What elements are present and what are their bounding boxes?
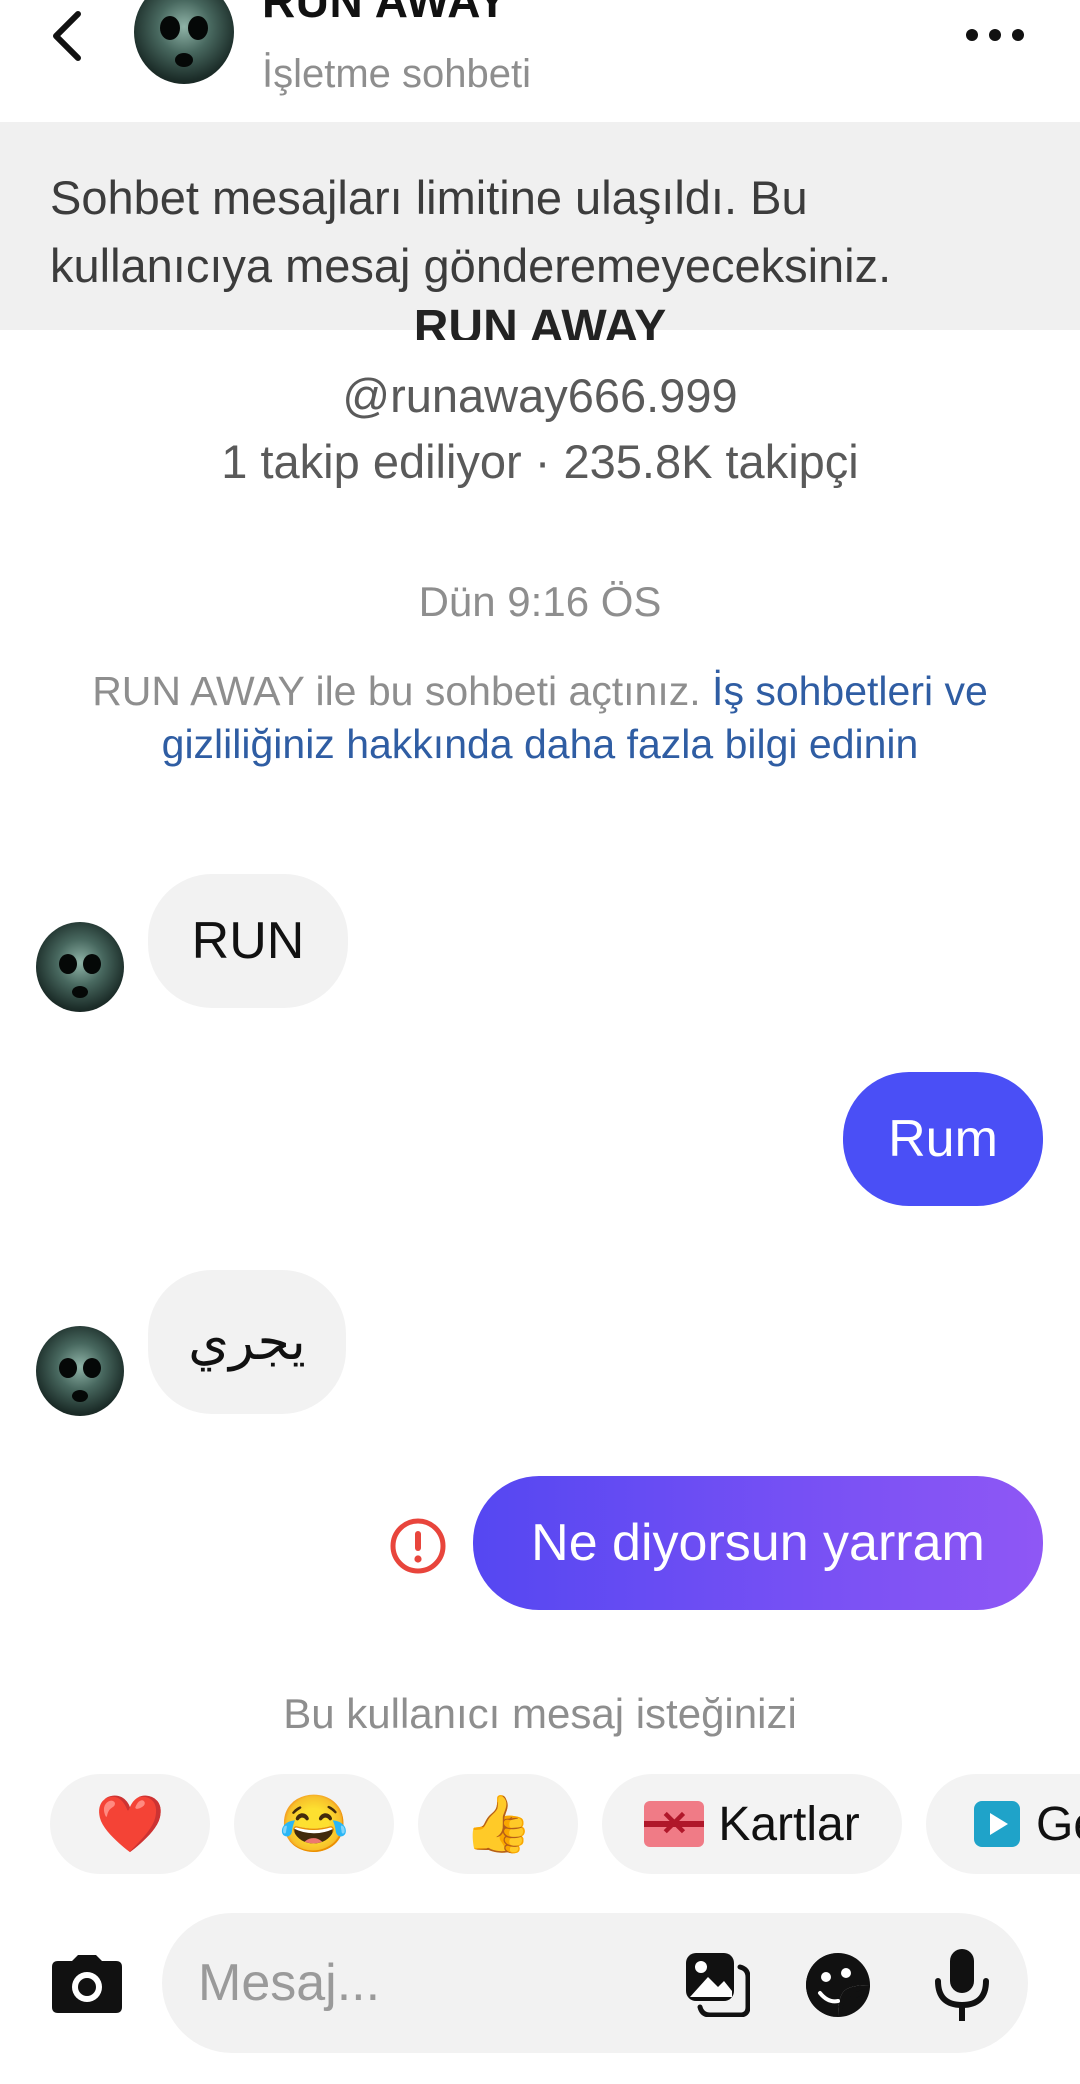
message-bubble-incoming[interactable]: يجري	[148, 1270, 346, 1414]
back-button[interactable]	[44, 6, 96, 66]
microphone-icon	[935, 1949, 989, 2021]
quick-reply-thumbs-up[interactable]: 👍	[418, 1774, 578, 1874]
quick-reply-cards[interactable]: Kartlar	[602, 1774, 902, 1874]
gallery-icon	[686, 1953, 751, 2018]
chat-subtitle: İşletme sohbeti	[262, 52, 532, 96]
chat-title[interactable]: RUN AWAY	[262, 0, 508, 28]
message-bubble-outgoing[interactable]: Rum	[843, 1072, 1043, 1206]
quick-reply-games[interactable]: Ge	[926, 1774, 1080, 1874]
thumbs-up-emoji-icon: 👍	[463, 1792, 533, 1855]
play-icon	[974, 1801, 1020, 1847]
more-horizontal-icon	[966, 29, 1024, 41]
chat-info: RUN AWAY ile bu sohbeti açtınız. İş sohb…	[70, 665, 1010, 771]
message-bubble-incoming[interactable]: RUN	[148, 874, 348, 1008]
message-request-notice: Bu kullanıcı mesaj isteğinizi	[283, 1690, 797, 1737]
profile-handle: @runaway666.999	[342, 369, 738, 422]
sender-avatar[interactable]	[36, 922, 124, 1012]
sticker-button[interactable]	[804, 1951, 872, 2019]
header-avatar[interactable]	[134, 0, 234, 84]
games-label: Ge	[1036, 1797, 1080, 1851]
laughing-emoji-icon: 😂	[279, 1792, 349, 1855]
message-bubble-outgoing[interactable]: Ne diyorsun yarram	[473, 1476, 1043, 1610]
microphone-button[interactable]	[932, 1947, 992, 2023]
chat-info-text: RUN AWAY ile bu sohbeti açtınız.	[92, 668, 701, 714]
chat-timestamp: Dün 9:16 ÖS	[418, 578, 662, 625]
sender-avatar[interactable]	[36, 1326, 124, 1416]
profile-name: RUN AWAY	[413, 301, 667, 340]
chat-header: RUN AWAY İşletme sohbeti	[0, 0, 1080, 120]
message-limit-banner: Sohbet mesajları limitine ulaşıldı. Bu k…	[0, 122, 1080, 330]
quick-reply-bar: ❤️ 😂 👍 Kartlar Ge	[0, 1774, 1080, 1876]
sticker-icon	[806, 1953, 870, 2018]
message-input[interactable]	[162, 1913, 1028, 2053]
quick-reply-laugh[interactable]: 😂	[234, 1774, 394, 1874]
camera-icon	[52, 1955, 122, 2013]
gallery-button[interactable]	[684, 1951, 751, 2018]
quick-reply-heart[interactable]: ❤️	[50, 1774, 210, 1874]
send-failed-icon[interactable]	[388, 1516, 448, 1576]
chevron-left-icon	[53, 11, 81, 61]
gift-card-icon	[644, 1801, 705, 1847]
more-options-button[interactable]	[960, 10, 1030, 60]
profile-stats: 1 takip ediliyor · 235.8K takipçi	[221, 435, 859, 488]
cards-label: Kartlar	[718, 1797, 860, 1851]
message-composer	[0, 1905, 1080, 2055]
heart-emoji-icon: ❤️	[95, 1792, 165, 1855]
camera-button[interactable]	[50, 1953, 124, 2015]
